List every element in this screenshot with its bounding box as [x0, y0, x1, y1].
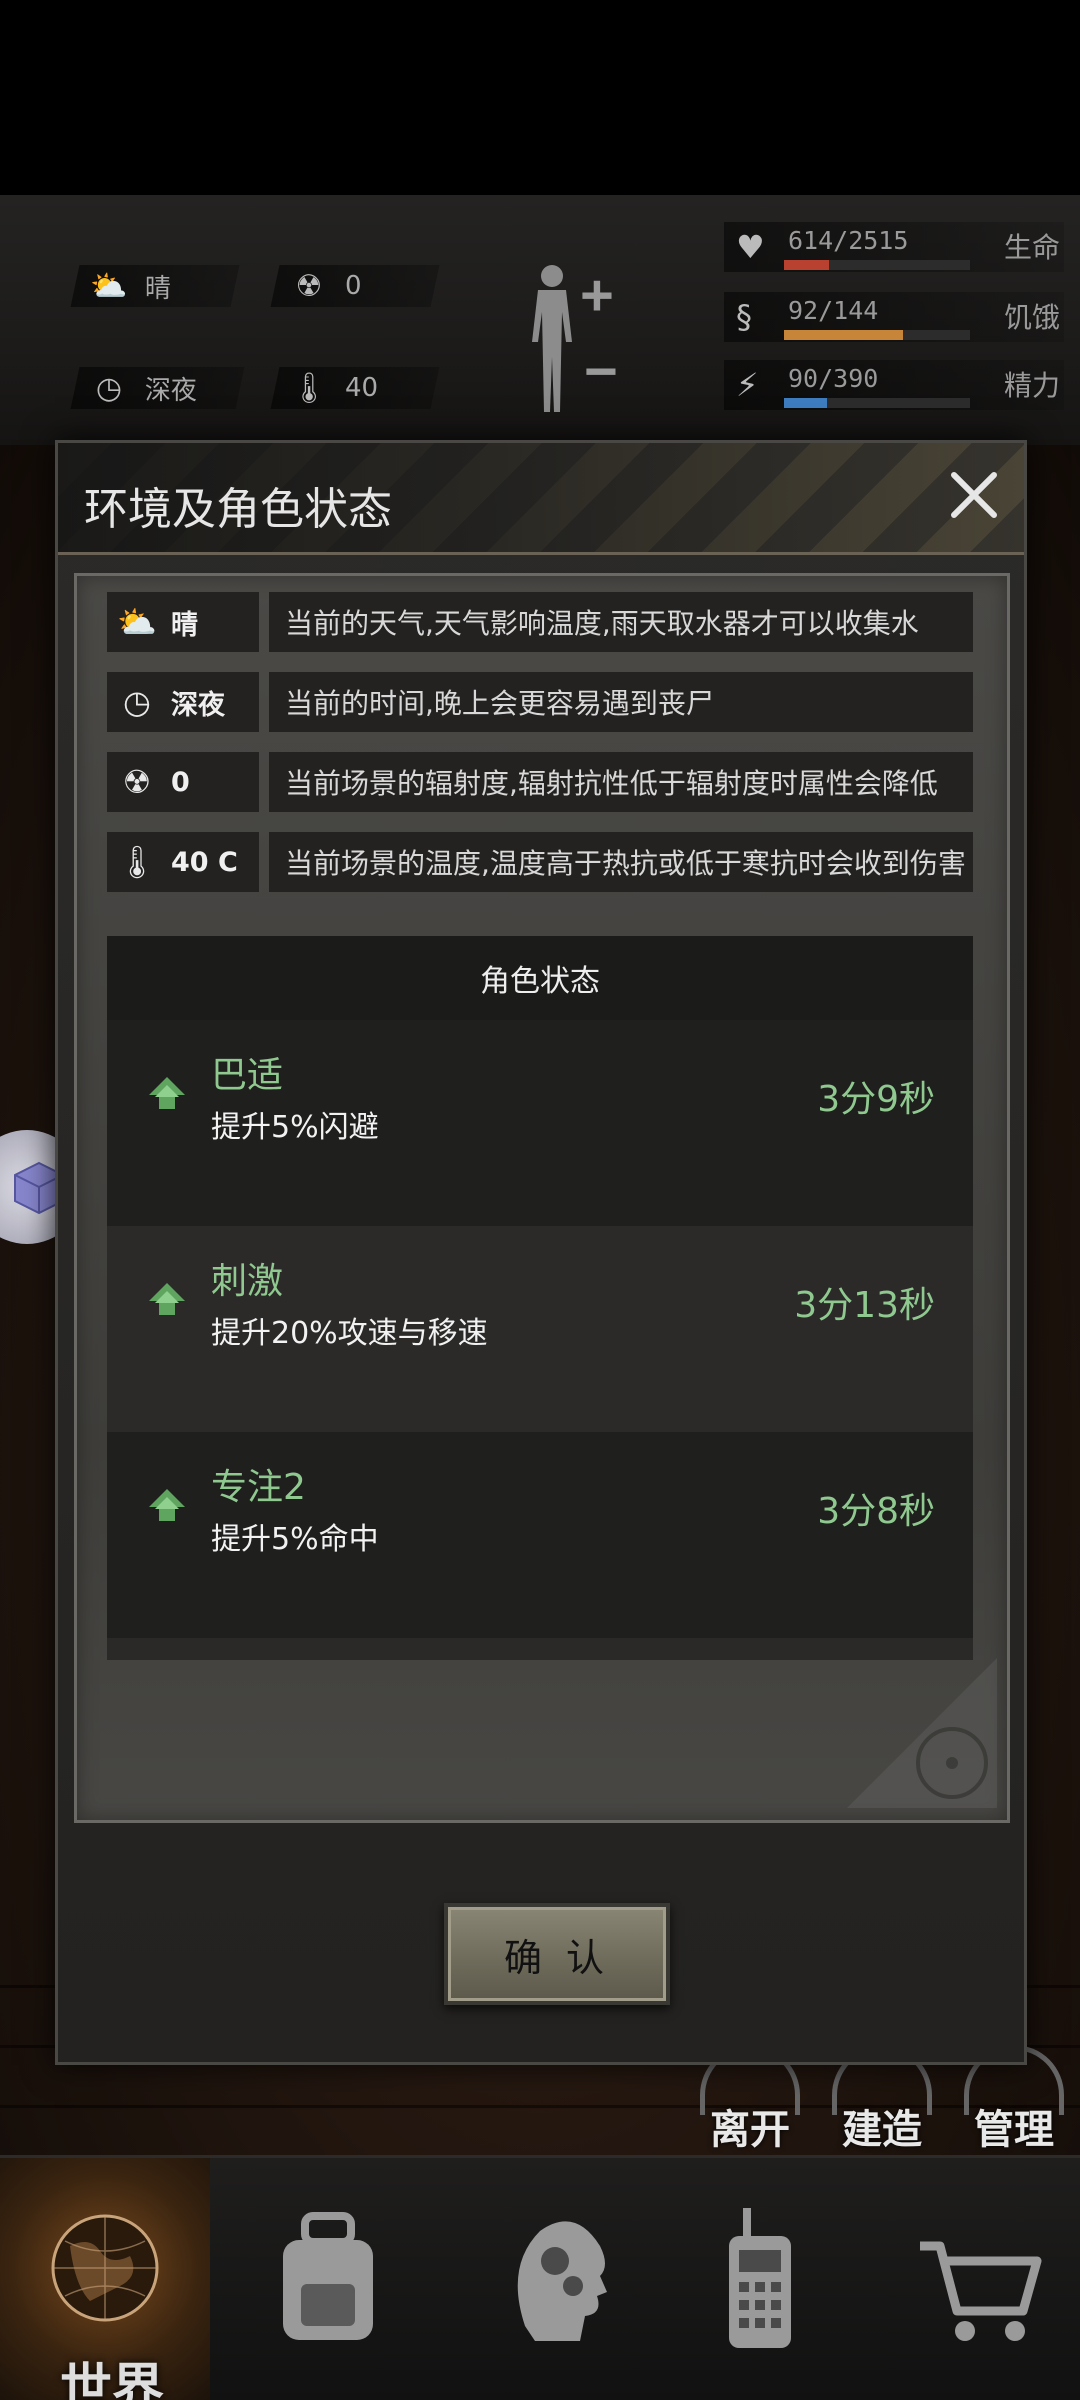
environment-status-dialog: 环境及角色状态 ⛅ 晴 当前的天气,天气影响温度,雨天取水器才可以收集水 ◷ 深… [55, 440, 1027, 2065]
status-item: 巴适 提升5%闪避 3分9秒 [107, 1020, 973, 1226]
energy-bar [784, 398, 827, 408]
nav-world-label: 世界 [59, 2359, 164, 2400]
nav-shop[interactable] [880, 2158, 1080, 2400]
cloud-sun-icon: ⛅ [117, 603, 157, 641]
character-status-header: 角色状态 [107, 936, 973, 1020]
env-row-radiation: ☢ 0 当前场景的辐射度,辐射抗性低于辐射度时属性会降低 [107, 752, 973, 812]
buff-up-arrow-icon [149, 1283, 185, 1315]
time-indicator[interactable]: ◷ 深夜 [70, 367, 245, 409]
confirm-button[interactable]: 确 认 [444, 1903, 670, 2005]
energy-icon: ⚡ [736, 366, 759, 404]
weather-indicator[interactable]: ⛅ 晴 [70, 265, 240, 307]
radiation-icon: ☢ [295, 268, 323, 304]
nav-skills[interactable] [460, 2158, 660, 2400]
nav-backpack[interactable] [228, 2158, 428, 2400]
env-row-time: ◷ 深夜 当前的时间,晚上会更容易遇到丧尸 [107, 672, 973, 732]
health-stat: ♥ 614/2515 生命 [724, 222, 1064, 272]
dialog-header: 环境及角色状态 [58, 443, 1024, 555]
status-effects-list[interactable]: 巴适 提升5%闪避 3分9秒 刺激 提升20%攻速与移速 3分13秒 专注2 提… [107, 1020, 973, 1660]
radiation-indicator[interactable]: ☢ 0 [270, 265, 440, 307]
env-row-temperature: 🌡 40 C 当前场景的温度,温度高于热抗或低于寒抗时会收到伤害 [107, 832, 973, 892]
close-icon[interactable] [946, 467, 1002, 523]
env-row-weather: ⛅ 晴 当前的天气,天气影响温度,雨天取水器才可以收集水 [107, 592, 973, 652]
cloud-sun-icon: ⛅ [90, 268, 128, 304]
hunger-stat: § 92/144 饥饿 [724, 292, 1064, 342]
hunger-bar [784, 330, 903, 340]
temperature-indicator[interactable]: 🌡 40 [270, 367, 440, 409]
globe-icon [51, 2214, 159, 2321]
heart-icon: ♥ [736, 228, 765, 266]
character-body-icon[interactable] [522, 262, 582, 412]
backpack-icon [283, 2211, 373, 2340]
status-item: 刺激 提升20%攻速与移速 3分13秒 [107, 1226, 973, 1432]
clock-icon: ◷ [123, 683, 151, 721]
minus-icon[interactable]: − [584, 338, 618, 405]
health-bar [784, 260, 830, 270]
dialog-title: 环境及角色状态 [84, 484, 392, 535]
head-gears-icon [517, 2220, 607, 2341]
cart-icon [920, 2241, 1042, 2341]
buff-up-arrow-icon [149, 1077, 185, 1109]
radiation-icon: ☢ [122, 763, 152, 801]
status-item: 专注2 提升5%命中 3分8秒 [107, 1432, 973, 1638]
walkie-talkie-icon [729, 2207, 791, 2348]
nav-radio[interactable] [660, 2158, 860, 2400]
energy-stat: ⚡ 90/390 精力 [724, 360, 1064, 410]
stomach-icon: § [736, 298, 752, 336]
buff-up-arrow-icon [149, 1489, 185, 1521]
plus-icon[interactable]: + [580, 262, 614, 329]
thermometer-icon: 🌡 [116, 843, 158, 881]
radiation-watermark-icon [847, 1658, 997, 1808]
clock-icon: ◷ [95, 370, 123, 406]
thermometer-icon: 🌡 [289, 370, 329, 406]
dialog-content: ⛅ 晴 当前的天气,天气影响温度,雨天取水器才可以收集水 ◷ 深夜 当前的时间,… [74, 573, 1010, 1823]
